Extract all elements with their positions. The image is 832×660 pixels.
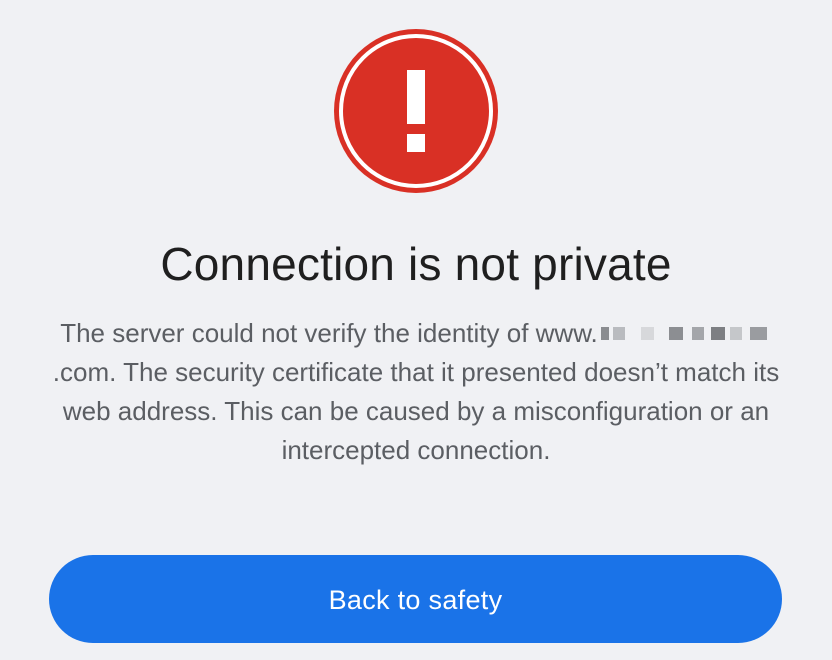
description-text-end: .com. The security certificate that it p… xyxy=(52,357,780,465)
error-icon xyxy=(331,26,501,196)
back-to-safety-button[interactable]: Back to safety xyxy=(49,555,782,643)
redacted-domain xyxy=(599,321,771,345)
error-description: The server could not verify the identity… xyxy=(40,314,792,470)
page-title: Connection is not private xyxy=(160,238,672,290)
description-text-start: The server could not verify the identity… xyxy=(60,318,598,348)
